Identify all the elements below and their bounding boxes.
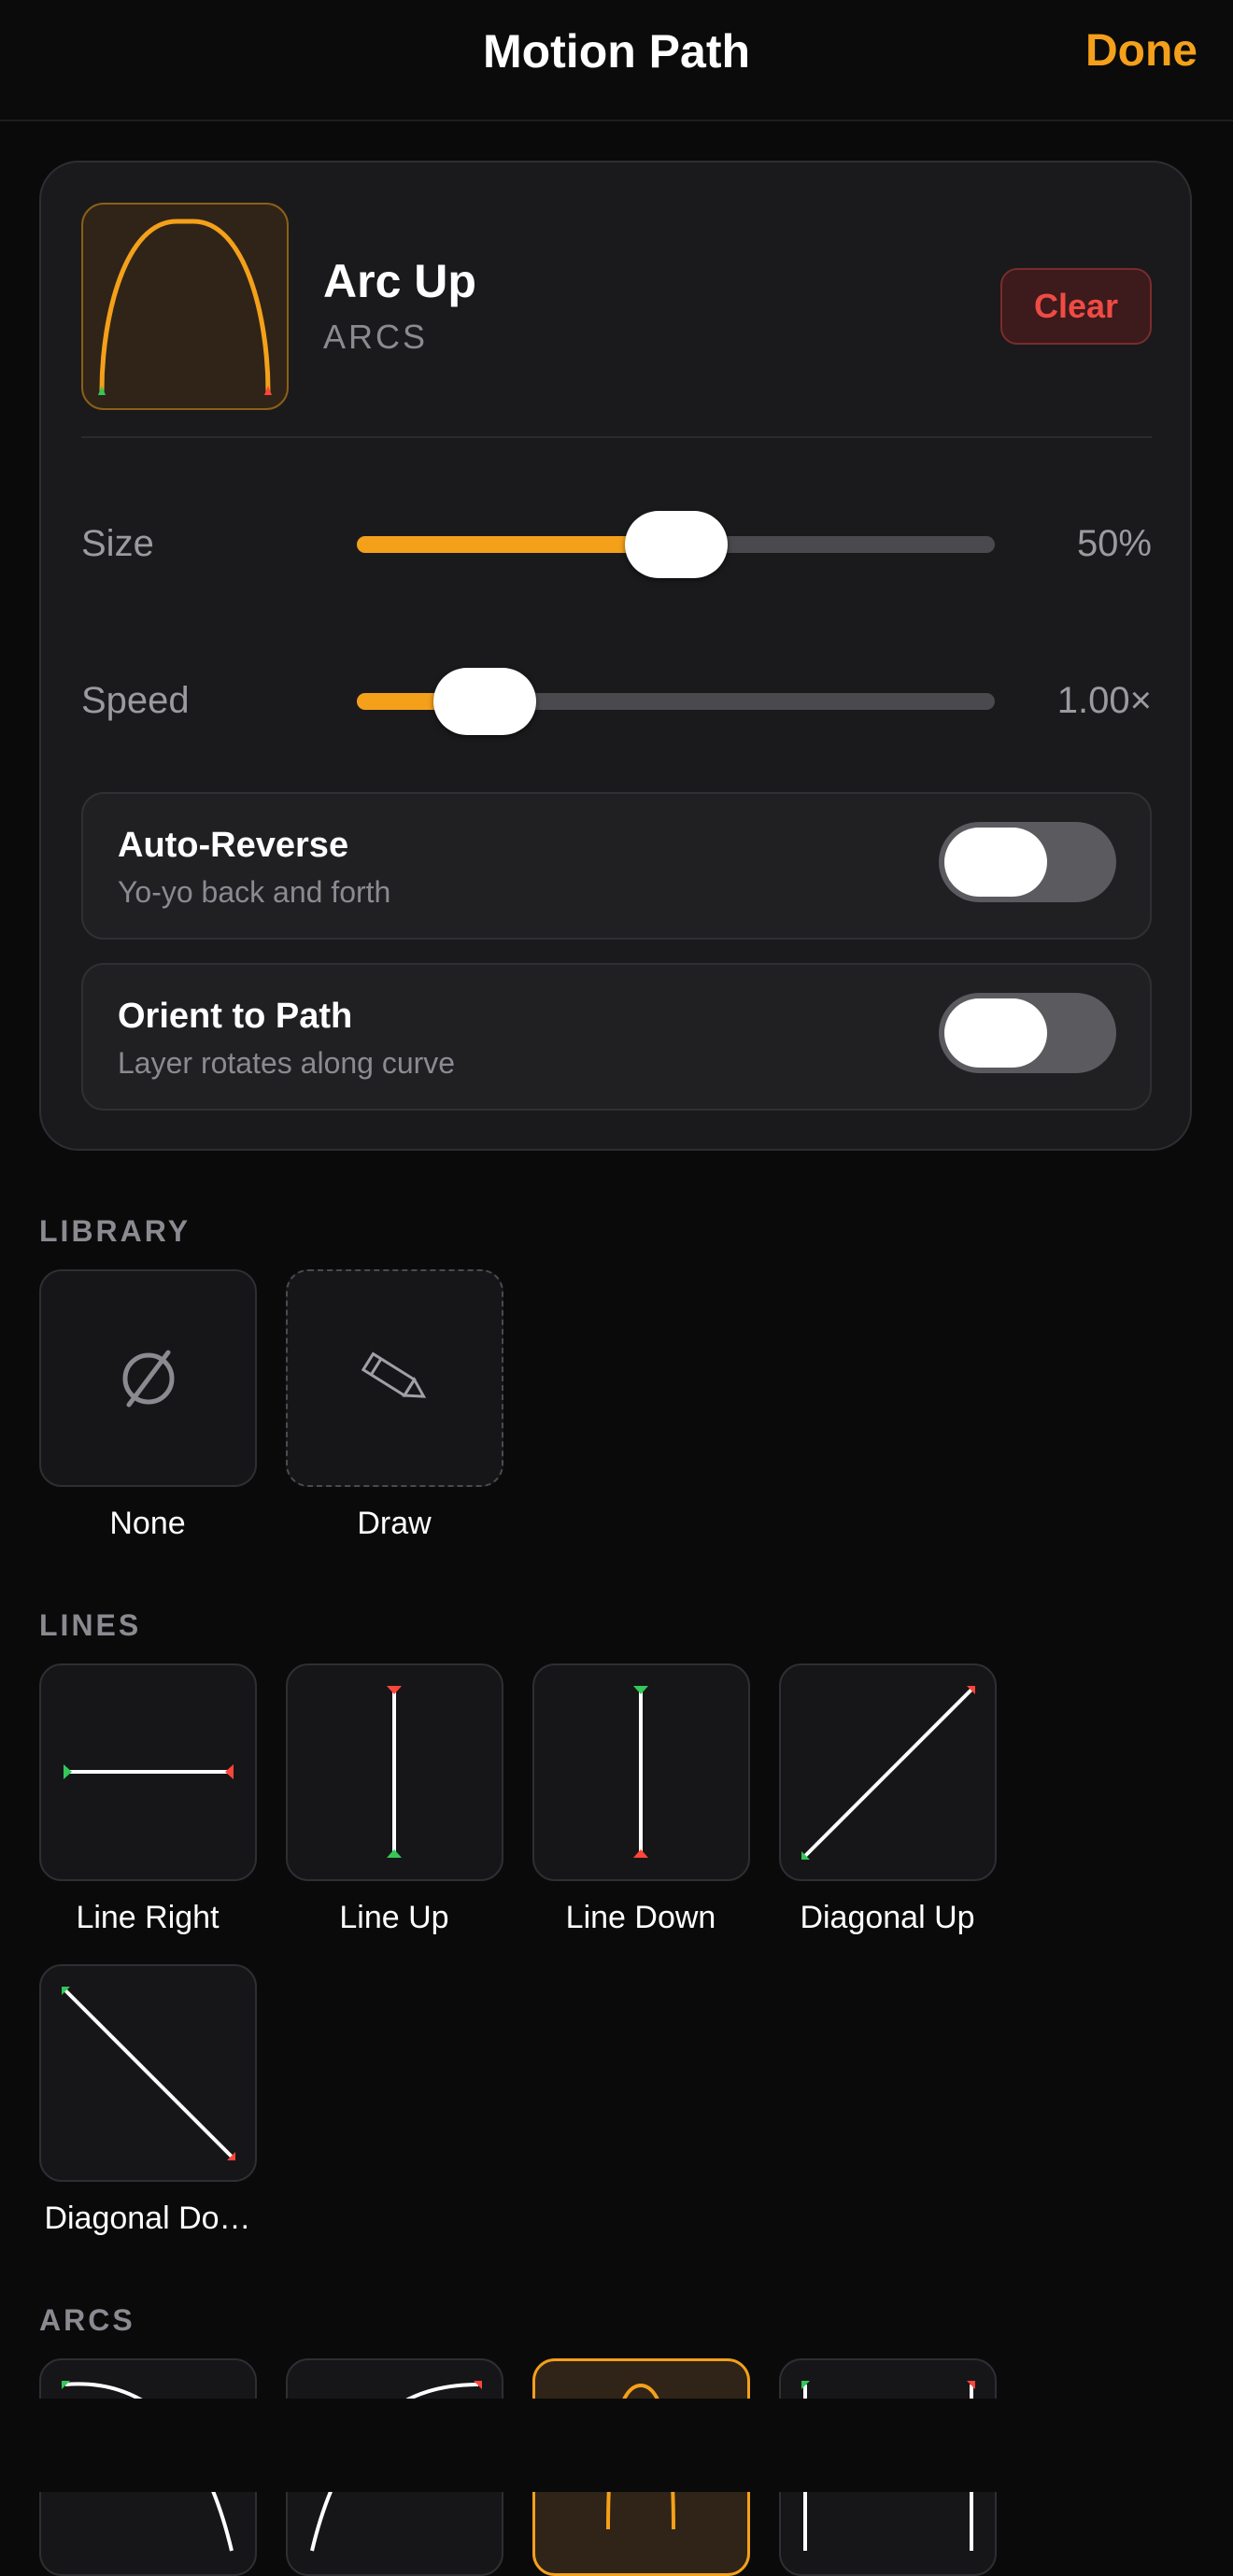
speed-slider-thumb[interactable]: [432, 668, 536, 735]
path-tile-draw[interactable]: [286, 1269, 503, 1487]
selected-path-category: ARCS: [323, 318, 429, 356]
path-tile-label: Diagonal Up: [800, 1900, 975, 1935]
pencil-icon: [361, 1352, 427, 1398]
size-label: Size: [81, 523, 154, 564]
arcs-section-title: ARCS: [39, 2303, 135, 2337]
line-right-icon: [64, 1764, 234, 1779]
path-tile-diagonal-up[interactable]: [779, 1663, 997, 1881]
path-tile-label: Draw: [357, 1506, 432, 1541]
path-tile-none[interactable]: [39, 1269, 257, 1487]
orient-to-path-toggle[interactable]: [939, 993, 1116, 1073]
auto-reverse-title: Auto-Reverse: [118, 826, 349, 865]
diagonal-up-icon: [801, 1686, 975, 1860]
done-button[interactable]: Done: [1085, 0, 1198, 103]
toggle-knob: [944, 828, 1047, 897]
empty-set-icon: [122, 1350, 175, 1408]
path-tile-label: Line Right: [76, 1900, 220, 1935]
speed-slider[interactable]: [357, 668, 995, 735]
path-tile-label: None: [109, 1506, 186, 1541]
arc-up-icon: [98, 219, 272, 395]
speed-label: Speed: [81, 680, 190, 721]
path-tile-label: Diagonal Do…: [44, 2201, 251, 2236]
size-slider[interactable]: [357, 511, 995, 578]
orient-to-path-subtitle: Layer rotates along curve: [118, 1046, 456, 1080]
toggle-knob: [944, 998, 1047, 1068]
bottom-safe-area: [0, 2399, 1233, 2492]
selected-path-name: Arc Up: [323, 255, 476, 307]
selected-path-preview: [81, 203, 289, 410]
path-tile-label: Line Up: [339, 1900, 449, 1935]
line-up-icon: [387, 1686, 402, 1858]
path-tile-diagonal-down[interactable]: [39, 1964, 257, 2182]
diagonal-down-icon: [62, 1987, 235, 2160]
path-tile-label: Line Down: [565, 1900, 716, 1935]
page-title: Motion Path: [482, 25, 751, 78]
path-tile-line-right[interactable]: [39, 1663, 257, 1881]
line-down-icon: [633, 1686, 648, 1858]
size-value: 50%: [1076, 523, 1152, 564]
auto-reverse-toggle[interactable]: [939, 822, 1116, 902]
auto-reverse-subtitle: Yo-yo back and forth: [118, 875, 391, 909]
speed-value: 1.00×: [1056, 680, 1152, 721]
divider: [81, 436, 1152, 438]
path-tile-line-up[interactable]: [286, 1663, 503, 1881]
path-tile-line-down[interactable]: [532, 1663, 750, 1881]
clear-button[interactable]: Clear: [1000, 268, 1152, 345]
size-slider-thumb[interactable]: [624, 511, 728, 578]
orient-to-path-title: Orient to Path: [118, 997, 353, 1036]
library-section-title: LIBRARY: [39, 1214, 191, 1248]
lines-section-title: LINES: [39, 1608, 142, 1642]
